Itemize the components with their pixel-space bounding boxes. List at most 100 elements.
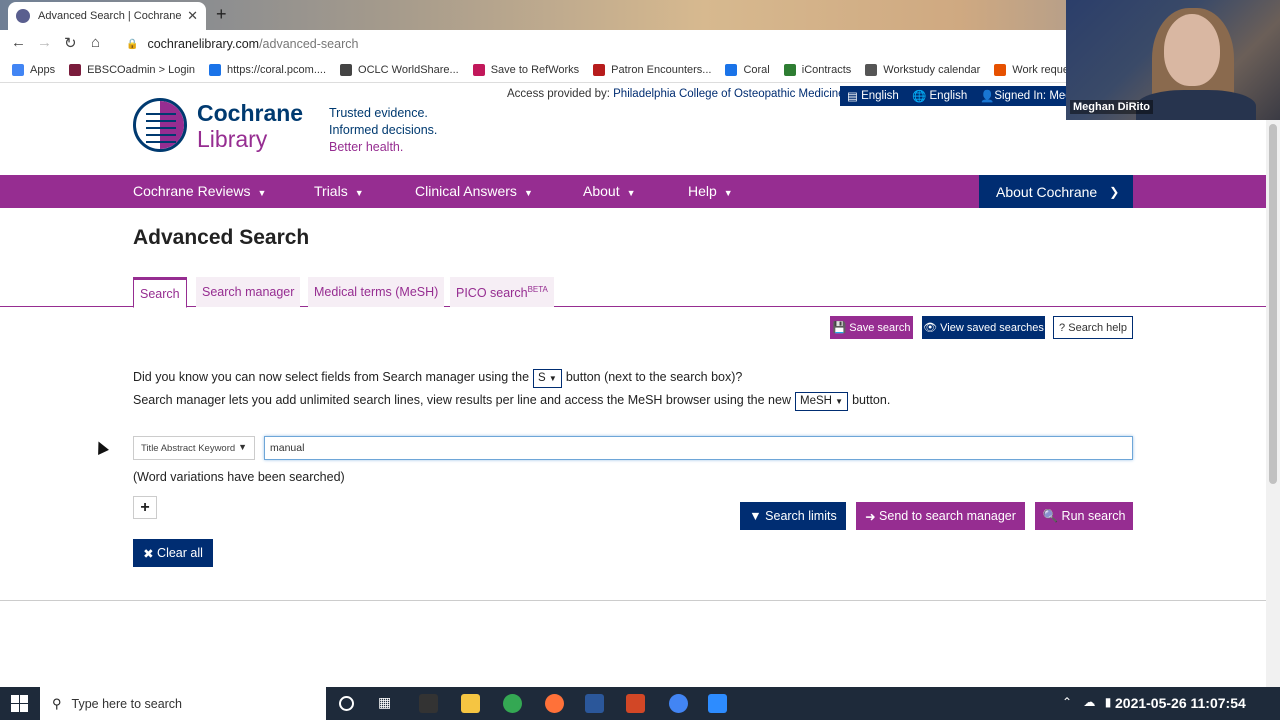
filter-icon: ▼ xyxy=(749,509,766,523)
eye-icon: 👁 xyxy=(923,322,941,334)
language-button-1[interactable]: ▤ English xyxy=(840,86,906,106)
bookmark-label: OCLC WorldShare... xyxy=(358,64,459,76)
nav-trials[interactable]: Trials ▼ xyxy=(314,183,364,199)
file-explorer-icon[interactable] xyxy=(461,694,480,713)
document-icon: ▤ xyxy=(847,91,862,103)
cochrane-favicon-icon xyxy=(16,9,30,23)
new-tab-button[interactable]: + xyxy=(216,4,227,25)
tagline-line-2: Informed decisions. xyxy=(329,123,438,137)
bookmark-icon xyxy=(865,64,878,76)
bookmark-item[interactable]: Apps xyxy=(12,64,55,76)
tab-search[interactable]: Search xyxy=(133,277,187,308)
user-icon: 👤 xyxy=(980,91,995,103)
scrollbar-thumb[interactable] xyxy=(1269,124,1277,484)
search-limits-button[interactable]: ▼ Search limits xyxy=(740,502,846,530)
access-org-link[interactable]: Philadelphia College of Osteopathic Medi… xyxy=(613,88,844,100)
view-saved-searches-button[interactable]: 👁 View saved searches xyxy=(922,316,1045,339)
access-label: Access provided by: xyxy=(507,88,610,100)
bookmark-item[interactable]: EBSCOadmin > Login xyxy=(69,64,195,76)
save-icon: 💾 xyxy=(832,322,850,334)
tab-search-manager[interactable]: Search manager xyxy=(196,277,301,307)
windows-start-icon[interactable] xyxy=(11,695,28,712)
close-tab-icon[interactable]: ✕ xyxy=(187,8,198,24)
bookmark-icon xyxy=(994,64,1007,76)
caret-down-icon: ▼ xyxy=(723,188,733,198)
tab-mesh[interactable]: Medical terms (MeSH) xyxy=(308,277,445,307)
browser-tab-title: Advanced Search | Cochrane Libr... xyxy=(38,10,182,22)
bookmark-item[interactable]: Coral xyxy=(725,64,770,76)
about-cochrane-button[interactable]: About Cochrane ❯ xyxy=(979,175,1133,208)
browser-tab[interactable]: Advanced Search | Cochrane Libr... ✕ xyxy=(8,2,206,30)
search-icon: 🔍 xyxy=(1042,508,1062,523)
firefox-icon[interactable] xyxy=(545,694,564,713)
bookmark-icon xyxy=(783,64,796,76)
bookmark-label: EBSCOadmin > Login xyxy=(87,64,195,76)
bookmark-item[interactable]: OCLC WorldShare... xyxy=(340,64,459,76)
access-provided: Access provided by: Philadelphia College… xyxy=(507,88,845,100)
cortana-icon[interactable] xyxy=(339,696,354,711)
chevron-right-icon: ❯ xyxy=(1109,184,1120,199)
nav-cochrane-reviews[interactable]: Cochrane Reviews ▼ xyxy=(133,183,266,199)
web-page: Access provided by: Philadelphia College… xyxy=(0,84,1266,687)
clear-all-button[interactable]: ✖ Clear all xyxy=(133,539,213,567)
system-tray: ⌃ ☁ ▮ xyxy=(1062,695,1111,709)
taskbar-clock[interactable]: 2021-05-26 11:07:54 xyxy=(1115,695,1246,711)
bookmark-label: https://coral.pcom.... xyxy=(227,64,327,76)
nav-help[interactable]: Help ▼ xyxy=(688,183,733,199)
chevron-up-icon[interactable]: ⌃ xyxy=(1062,695,1072,709)
caret-down-icon: ▼ xyxy=(523,188,533,198)
bookmark-icon xyxy=(209,64,221,76)
battery-icon[interactable]: ▮ xyxy=(1105,695,1112,709)
chrome-icon[interactable] xyxy=(503,694,522,713)
bookmark-item[interactable]: iContracts xyxy=(783,64,851,76)
home-icon[interactable]: ⌂ xyxy=(91,34,100,51)
mesh-button-example[interactable]: MeSH ▼ xyxy=(794,392,849,411)
run-search-button[interactable]: 🔍 Run search xyxy=(1035,502,1133,530)
main-navigation: Cochrane Reviews ▼ Trials ▼ Clinical Answe… xyxy=(0,175,1266,208)
add-search-line-button[interactable]: + xyxy=(133,496,157,519)
send-to-search-manager-button[interactable]: ➜ Send to search manager xyxy=(856,502,1025,530)
bookmark-icon xyxy=(340,64,353,76)
caret-down-icon: ▼ xyxy=(548,374,557,383)
bookmark-label: Workstudy calendar xyxy=(883,64,981,76)
search-query-input[interactable] xyxy=(264,436,1133,460)
arrow-right-icon: ➜ xyxy=(865,509,880,524)
cloud-icon[interactable]: ☁ xyxy=(1083,695,1095,709)
page-title: Advanced Search xyxy=(133,226,310,249)
s-field-select-example[interactable]: S ▼ xyxy=(533,369,562,388)
bookmark-icon xyxy=(69,64,82,76)
bookmark-item[interactable]: Patron Encounters... xyxy=(593,64,711,76)
nav-clinical-answers[interactable]: Clinical Answers ▼ xyxy=(415,183,533,199)
forward-arrow-icon[interactable]: → xyxy=(37,34,52,51)
question-icon: ? xyxy=(1059,321,1069,334)
language-button-2[interactable]: 🌐 English xyxy=(905,86,975,106)
lock-icon: 🔒 xyxy=(126,38,139,50)
reload-icon[interactable]: ↻ xyxy=(64,34,77,52)
language-label-1: English xyxy=(861,90,899,102)
taskbar-search[interactable]: ⚲ Type here to search xyxy=(40,687,326,720)
url-path: /advanced-search xyxy=(259,37,359,51)
powerpoint-icon[interactable] xyxy=(626,694,645,713)
tab-pico-search[interactable]: PICO searchBETA xyxy=(450,277,554,307)
info-line-1: Did you know you can now select fields f… xyxy=(133,366,890,389)
webcam-overlay: Meghan DiRito xyxy=(1066,0,1280,120)
search-field-select[interactable]: Title Abstract Keyword ▼ xyxy=(133,436,255,460)
close-icon: ✖ xyxy=(143,546,158,561)
zoom-icon[interactable] xyxy=(708,694,727,713)
back-arrow-icon[interactable]: ← xyxy=(11,34,26,51)
page-scrollbar[interactable] xyxy=(1266,84,1280,687)
save-search-button[interactable]: 💾 Save search xyxy=(830,316,913,339)
bookmark-item[interactable]: Save to RefWorks xyxy=(472,64,579,76)
bookmark-label: Apps xyxy=(30,64,56,76)
app-icon[interactable] xyxy=(419,694,438,713)
bookmark-label: Coral xyxy=(743,64,770,76)
chrome-active-icon[interactable] xyxy=(669,694,688,713)
task-view-icon[interactable]: ▦ xyxy=(378,694,397,713)
windows-taskbar: ⚲ Type here to search ▦ ⌃ ☁ ▮ 2021-05-26… xyxy=(0,687,1280,720)
search-help-button[interactable]: ? Search help xyxy=(1053,316,1133,339)
word-icon[interactable] xyxy=(585,694,604,713)
address-bar[interactable]: 🔒 cochranelibrary.com/advanced-search xyxy=(118,33,1063,55)
bookmark-item[interactable]: https://coral.pcom.... xyxy=(209,64,326,76)
bookmark-item[interactable]: Workstudy calendar xyxy=(865,64,980,76)
nav-about[interactable]: About ▼ xyxy=(583,183,636,199)
